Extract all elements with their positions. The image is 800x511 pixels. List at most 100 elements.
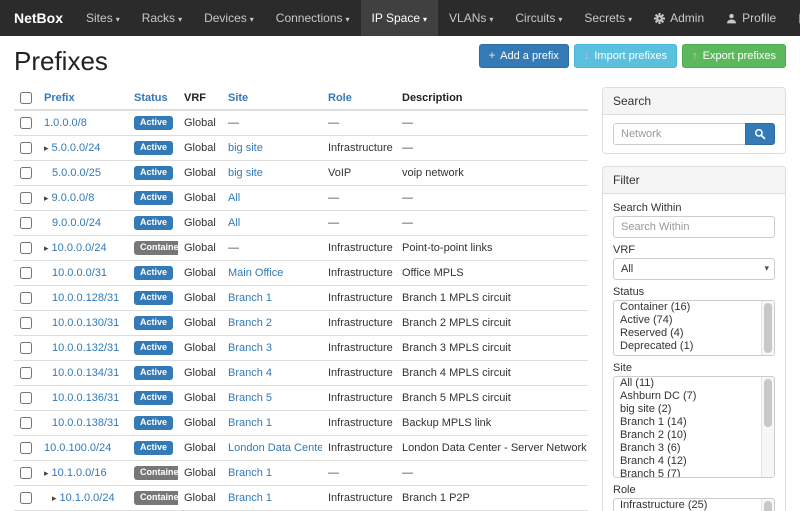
- row-checkbox[interactable]: [20, 467, 32, 479]
- nav-item-secrets[interactable]: Secrets▾: [573, 0, 643, 36]
- nav-item-log-out[interactable]: Log out: [787, 0, 800, 36]
- scrollbar[interactable]: [761, 499, 774, 511]
- listbox-option[interactable]: Reserved (4): [614, 327, 774, 340]
- site-link[interactable]: Branch 5: [228, 392, 272, 404]
- nav-item-label: Connections: [276, 11, 343, 25]
- nav-item-connections[interactable]: Connections▾: [265, 0, 361, 36]
- scrollbar[interactable]: [761, 377, 774, 477]
- search-within-input[interactable]: [613, 216, 775, 238]
- listbox-option[interactable]: Deprecated (1): [614, 340, 774, 353]
- checkbox-cell: [14, 236, 38, 261]
- nav-item-circuits[interactable]: Circuits▾: [504, 0, 573, 36]
- site-link[interactable]: London Data Center: [228, 442, 322, 454]
- import-prefixes-button[interactable]: ↓Import prefixes: [574, 44, 677, 68]
- sort-link-site[interactable]: Site: [228, 92, 248, 104]
- site-link[interactable]: Branch 2: [228, 317, 272, 329]
- prefix-link[interactable]: 9.0.0.0/8: [52, 192, 95, 204]
- listbox-option[interactable]: All (11): [614, 377, 774, 390]
- button-label: Export prefixes: [703, 50, 776, 62]
- sort-link-role[interactable]: Role: [328, 92, 352, 104]
- prefix-link[interactable]: 10.0.0.0/31: [52, 267, 107, 279]
- site-link[interactable]: All: [228, 217, 240, 229]
- prefix-link[interactable]: 1.0.0.0/8: [44, 117, 87, 129]
- row-checkbox[interactable]: [20, 317, 32, 329]
- nav-item-ip-space[interactable]: IP Space▾: [361, 0, 439, 36]
- select-all-checkbox[interactable]: [20, 92, 32, 104]
- site-link[interactable]: Branch 1: [228, 417, 272, 429]
- listbox-option[interactable]: Infrastructure (25): [614, 499, 774, 511]
- listbox-option[interactable]: Branch 3 (6): [614, 442, 774, 455]
- listbox-option[interactable]: Active (74): [614, 314, 774, 327]
- prefix-link[interactable]: 10.0.0.130/31: [52, 317, 119, 329]
- prefix-link[interactable]: 10.0.0.0/24: [52, 242, 107, 254]
- row-checkbox[interactable]: [20, 217, 32, 229]
- add-a-prefix-button[interactable]: +Add a prefix: [479, 44, 569, 68]
- listbox-option[interactable]: Branch 2 (10): [614, 429, 774, 442]
- row-checkbox[interactable]: [20, 292, 32, 304]
- listbox-option[interactable]: Branch 1 (14): [614, 416, 774, 429]
- prefix-link[interactable]: 10.0.0.138/31: [52, 417, 119, 429]
- row-checkbox[interactable]: [20, 367, 32, 379]
- prefix-link[interactable]: 10.1.0.0/16: [52, 467, 107, 479]
- site-link[interactable]: Branch 1: [228, 492, 272, 504]
- nav-item-racks[interactable]: Racks▾: [131, 0, 193, 36]
- site-link[interactable]: big site: [228, 167, 263, 179]
- prefix-link[interactable]: 10.0.0.136/31: [52, 392, 119, 404]
- prefix-link[interactable]: 10.0.0.128/31: [52, 292, 119, 304]
- listbox-option[interactable]: Branch 4 (12): [614, 455, 774, 468]
- listbox-option[interactable]: big site (2): [614, 403, 774, 416]
- site-link[interactable]: Branch 3: [228, 342, 272, 354]
- row-checkbox[interactable]: [20, 242, 32, 254]
- prefix-link[interactable]: 10.0.100.0/24: [44, 442, 111, 454]
- search-button[interactable]: [745, 123, 775, 145]
- prefix-link[interactable]: 10.1.0.0/24: [60, 492, 115, 504]
- nav-item-profile[interactable]: Profile: [715, 0, 787, 36]
- nav-item-vlans[interactable]: VLANs▾: [438, 0, 504, 36]
- chevron-down-icon: ▾: [628, 15, 632, 24]
- listbox-option[interactable]: Ashburn DC (7): [614, 390, 774, 403]
- scrollbar[interactable]: [761, 301, 774, 355]
- site-link[interactable]: Branch 1: [228, 292, 272, 304]
- status-listbox[interactable]: Container (16)Active (74)Reserved (4)Dep…: [613, 300, 775, 356]
- scrollbar-thumb[interactable]: [764, 379, 772, 427]
- vrf-select[interactable]: All▾: [613, 258, 775, 280]
- row-checkbox[interactable]: [20, 117, 32, 129]
- row-checkbox[interactable]: [20, 267, 32, 279]
- row-checkbox[interactable]: [20, 392, 32, 404]
- prefix-link[interactable]: 5.0.0.0/24: [52, 142, 101, 154]
- site-link[interactable]: Branch 4: [228, 367, 272, 379]
- vrf-cell: Global: [178, 186, 222, 211]
- site-link[interactable]: Main Office: [228, 267, 283, 279]
- row-checkbox[interactable]: [20, 142, 32, 154]
- row-checkbox[interactable]: [20, 442, 32, 454]
- scrollbar-thumb[interactable]: [764, 501, 772, 511]
- prefix-link[interactable]: 5.0.0.0/25: [52, 167, 101, 179]
- app-logo[interactable]: NetBox: [8, 0, 75, 36]
- listbox-option[interactable]: Branch 5 (7): [614, 468, 774, 478]
- site-link[interactable]: Branch 1: [228, 467, 272, 479]
- row-checkbox[interactable]: [20, 417, 32, 429]
- site-link[interactable]: All: [228, 192, 240, 204]
- nav-item-devices[interactable]: Devices▾: [193, 0, 265, 36]
- prefix-link[interactable]: 10.0.0.132/31: [52, 342, 119, 354]
- vrf-cell: Global: [178, 461, 222, 486]
- export-prefixes-button[interactable]: ↑Export prefixes: [682, 44, 786, 68]
- sort-link-prefix[interactable]: Prefix: [44, 92, 75, 104]
- search-input[interactable]: [613, 123, 746, 145]
- scrollbar-thumb[interactable]: [764, 303, 772, 353]
- role-listbox[interactable]: Infrastructure (25)Management (8)Private…: [613, 498, 775, 511]
- sort-link-status[interactable]: Status: [134, 92, 168, 104]
- nav-item-admin[interactable]: Admin: [643, 0, 715, 36]
- row-checkbox[interactable]: [20, 342, 32, 354]
- site-link[interactable]: big site: [228, 142, 263, 154]
- row-checkbox[interactable]: [20, 192, 32, 204]
- row-checkbox[interactable]: [20, 492, 32, 504]
- site-listbox[interactable]: All (11)Ashburn DC (7)big site (2)Branch…: [613, 376, 775, 478]
- prefix-link[interactable]: 9.0.0.0/24: [52, 217, 101, 229]
- listbox-option[interactable]: Container (16): [614, 301, 774, 314]
- checkbox-cell: [14, 486, 38, 511]
- row-checkbox[interactable]: [20, 167, 32, 179]
- nav-item-sites[interactable]: Sites▾: [75, 0, 131, 36]
- status-cell: Active: [128, 436, 178, 461]
- prefix-link[interactable]: 10.0.0.134/31: [52, 367, 119, 379]
